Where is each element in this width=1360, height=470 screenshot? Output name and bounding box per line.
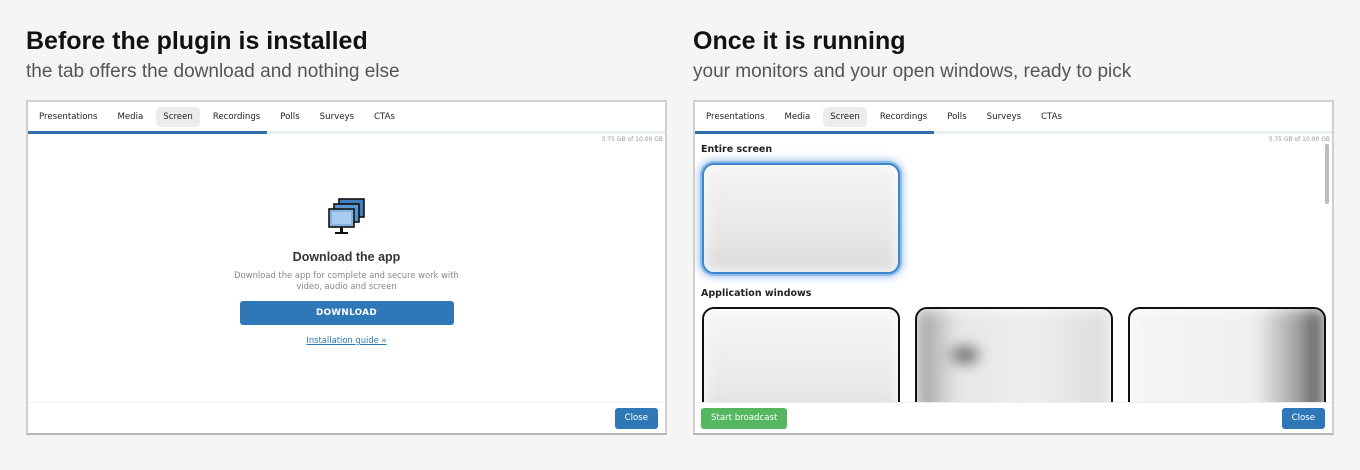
tab-presentations[interactable]: Presentations [32, 107, 104, 127]
tab-recordings[interactable]: Recordings [206, 107, 267, 127]
scrollbar[interactable] [1325, 144, 1329, 204]
tab-ctas[interactable]: CTAs [367, 107, 402, 127]
screen-thumbnail[interactable] [702, 163, 900, 274]
application-windows-label: Application windows [701, 288, 812, 299]
download-description: Download the app for complete and secure… [234, 270, 459, 291]
dialog-footer: Close [28, 402, 665, 433]
tab-bar: Presentations Media Screen Recordings Po… [28, 102, 665, 134]
close-button[interactable]: Close [1281, 408, 1325, 429]
tab-bar: Presentations Media Screen Recordings Po… [695, 102, 1332, 134]
active-tab-indicator [28, 131, 267, 134]
close-button[interactable]: Close [614, 408, 658, 429]
tab-ctas[interactable]: CTAs [1034, 107, 1069, 127]
start-broadcast-button[interactable]: Start broadcast [701, 408, 788, 429]
download-button[interactable]: DOWNLOAD [239, 301, 454, 325]
tab-surveys[interactable]: Surveys [980, 107, 1028, 127]
tab-recordings[interactable]: Recordings [873, 107, 934, 127]
right-window: Presentations Media Screen Recordings Po… [693, 100, 1334, 435]
window-thumbnail[interactable] [915, 307, 1113, 402]
installation-guide-link[interactable]: Installation guide » [306, 335, 386, 345]
tab-surveys[interactable]: Surveys [313, 107, 361, 127]
storage-usage: 3.75 GB of 10.00 GB [601, 136, 663, 143]
window-thumbnail[interactable] [1128, 307, 1326, 402]
entire-screen-label: Entire screen [701, 144, 773, 155]
tab-polls[interactable]: Polls [940, 107, 973, 127]
monitors-icon [327, 198, 367, 236]
tab-presentations[interactable]: Presentations [699, 107, 771, 127]
download-section: Download the app Download the app for co… [28, 198, 665, 348]
left-panel-title: Before the plugin is installed [26, 27, 368, 55]
tab-screen[interactable]: Screen [823, 106, 867, 127]
right-panel-heading: Once it is running your monitors and you… [693, 26, 1131, 84]
left-panel-subtitle: the tab offers the download and nothing … [26, 61, 400, 82]
tab-media[interactable]: Media [777, 107, 817, 127]
left-panel-heading: Before the plugin is installed the tab o… [26, 26, 400, 84]
window-thumbnail[interactable] [702, 307, 900, 402]
right-panel-title: Once it is running [693, 27, 906, 55]
tab-media[interactable]: Media [110, 107, 150, 127]
left-window: Presentations Media Screen Recordings Po… [26, 100, 667, 435]
right-panel-subtitle: your monitors and your open windows, rea… [693, 61, 1132, 82]
source-picker: Entire screen Application windows [695, 134, 1332, 402]
tab-polls[interactable]: Polls [273, 107, 306, 127]
tab-screen[interactable]: Screen [156, 106, 200, 127]
download-title: Download the app [292, 250, 401, 264]
dialog-footer: Start broadcast Close [695, 402, 1332, 433]
